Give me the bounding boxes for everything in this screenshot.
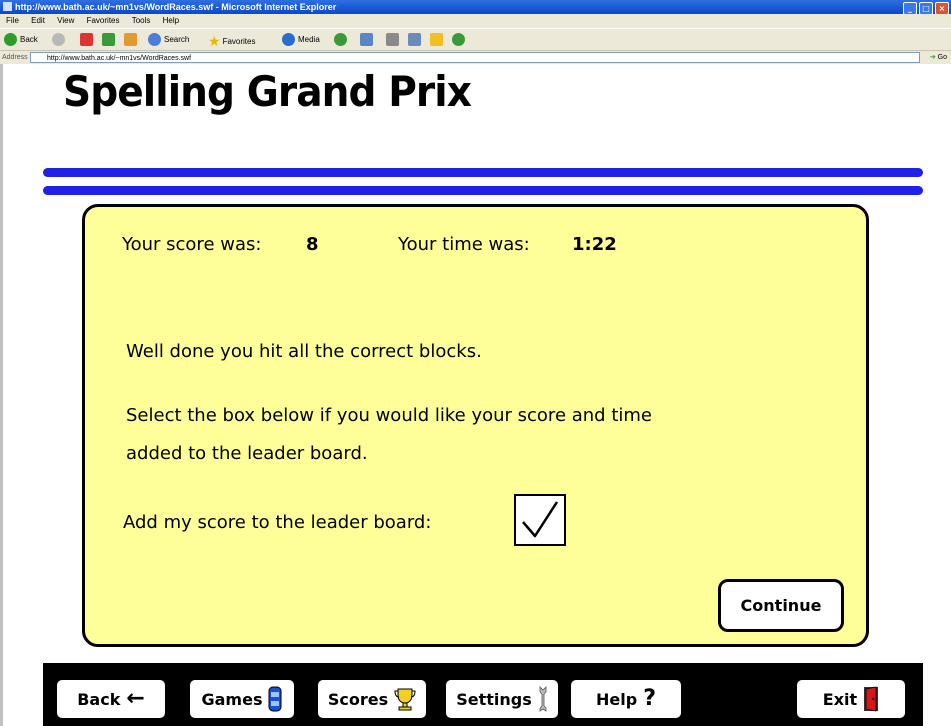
address-input[interactable]: http://www.bath.ac.uk/~mn1vs/WordRaces.s… [30,52,920,63]
forward-nav-button[interactable] [52,33,68,46]
folder-icon [430,33,443,46]
nav-settings-button[interactable]: Settings [446,680,558,718]
search-button[interactable]: Search [148,33,189,46]
home-button[interactable] [124,33,140,46]
time-label: Your time was: [398,234,530,255]
game-title: Spelling Grand Prix [63,67,472,116]
checkmark-icon [522,501,559,538]
menu-edit[interactable]: Edit [31,16,45,25]
discuss-button[interactable] [430,33,446,46]
back-nav-button[interactable]: Back [4,33,38,46]
home-icon [124,33,137,46]
media-icon [282,33,295,46]
address-label: Address [2,54,28,61]
edit-button[interactable] [408,33,424,46]
time-value: 1:22 [572,234,617,255]
back-arrow-icon [4,33,17,46]
menu-tools[interactable]: Tools [132,16,151,25]
history-icon [334,33,347,46]
menu-help[interactable]: Help [163,16,179,25]
leaderboard-checkbox-label: Add my score to the leader board: [123,512,432,533]
history-button[interactable] [334,33,350,46]
stop-button[interactable] [80,33,96,46]
score-label: Your score was: [122,234,262,255]
go-button[interactable]: ➔ Go [930,52,947,64]
browser-toolbar: Back Search ★ Favorites Media [0,28,951,51]
trophy-icon [394,688,416,711]
door-icon [864,686,879,712]
menu-file[interactable]: File [6,16,19,25]
forward-arrow-icon [52,33,65,46]
instruction-line-2: added to the leader board. [126,443,368,464]
title-stripe-bottom [43,186,923,195]
menu-view[interactable]: View [57,16,74,25]
go-arrow-icon: ➔ [929,54,936,61]
success-message: Well done you hit all the correct blocks… [126,341,482,362]
edit-icon [408,33,421,46]
refresh-button[interactable] [102,33,118,46]
left-arrow-icon: ← [126,686,145,711]
window-title: http://www.bath.ac.uk/~mn1vs/WordRaces.s… [15,2,337,12]
mail-icon [360,33,373,46]
nav-help-button[interactable]: Help ? [571,680,681,718]
print-icon [386,33,399,46]
refresh-icon [102,33,115,46]
ie-icon [3,2,12,11]
star-icon: ★ [208,33,221,49]
continue-button[interactable]: Continue [718,579,844,632]
window-titlebar: http://www.bath.ac.uk/~mn1vs/WordRaces.s… [0,0,951,15]
score-value: 8 [306,234,319,255]
favorites-button[interactable]: ★ Favorites [208,33,255,50]
nav-scores-button[interactable]: Scores [318,680,426,718]
media-button[interactable]: Media [282,33,320,46]
nav-exit-button[interactable]: Exit [797,680,905,718]
nav-games-button[interactable]: Games [190,680,294,718]
address-bar: Address http://www.bath.ac.uk/~mn1vs/Wor… [0,50,951,65]
search-icon [148,33,161,46]
menu-favorites[interactable]: Favorites [87,16,120,25]
leaderboard-checkbox[interactable] [514,494,566,546]
wrench-icon [539,686,547,712]
menu-bar: File Edit View Favorites Tools Help [0,14,951,28]
left-border [0,64,3,726]
question-icon: ? [643,686,656,711]
stop-icon [80,33,93,46]
nav-back-button[interactable]: Back ← [57,680,165,718]
messenger-button[interactable] [452,33,468,46]
instruction-line-1: Select the box below if you would like y… [126,405,652,426]
mail-button[interactable] [360,33,376,46]
messenger-icon [452,33,465,46]
title-stripe-top [43,168,923,177]
car-icon [268,686,282,712]
print-button[interactable] [386,33,402,46]
